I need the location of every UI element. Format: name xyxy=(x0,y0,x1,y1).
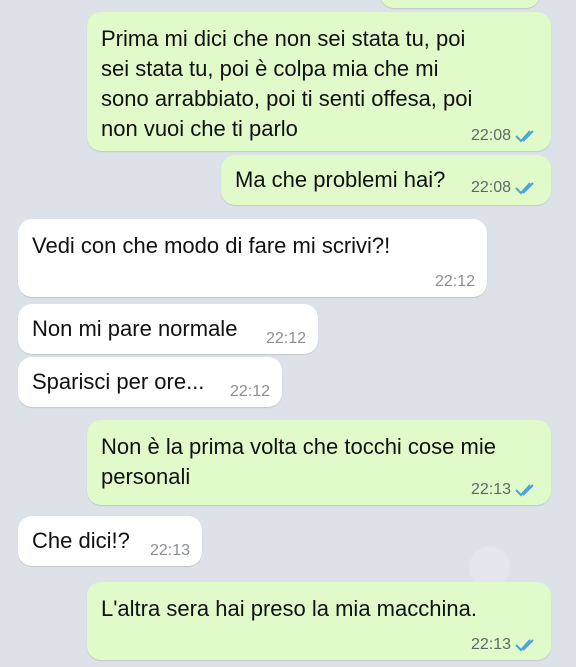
message-time: 22:12 xyxy=(434,273,475,290)
message-bubble-outgoing[interactable]: Ma che problemi hai? 22:08 xyxy=(221,155,551,205)
double-check-icon xyxy=(515,639,534,652)
message-time: 22:08 xyxy=(470,179,511,196)
message-text: Non mi pare normale xyxy=(32,316,238,341)
double-check-icon xyxy=(515,130,534,143)
message-time: 22:12 xyxy=(229,383,270,400)
message-time: 22:13 xyxy=(470,481,511,498)
message-bubble-incoming[interactable]: Che dici!? 22:13 xyxy=(18,516,202,566)
message-text: Prima mi dici che non sei stata tu, poi … xyxy=(101,26,473,141)
double-check-icon xyxy=(515,484,534,497)
message-bubble-outgoing[interactable]: L'altra sera hai preso la mia macchina. … xyxy=(87,582,551,660)
message-time: 22:13 xyxy=(470,636,511,653)
message-bubble-outgoing[interactable]: Prima mi dici che non sei stata tu, poi … xyxy=(87,12,551,151)
double-check-icon xyxy=(515,182,534,195)
message-bubble-incoming[interactable]: Non mi pare normale 22:12 xyxy=(18,304,318,354)
message-time: 22:12 xyxy=(265,330,306,347)
message-bubble-cropped xyxy=(380,0,540,8)
message-bubble-incoming[interactable]: Sparisci per ore... 22:12 xyxy=(18,357,282,407)
message-time: 22:08 xyxy=(470,127,511,144)
message-text: Vedi con che modo di fare mi scrivi?! xyxy=(32,233,391,258)
message-bubble-outgoing[interactable]: Non è la prima volta che tocchi cose mie… xyxy=(87,420,551,505)
message-time: 22:13 xyxy=(149,542,190,559)
message-bubble-incoming[interactable]: Vedi con che modo di fare mi scrivi?! 22… xyxy=(18,219,487,297)
message-text: L'altra sera hai preso la mia macchina. xyxy=(101,596,477,621)
